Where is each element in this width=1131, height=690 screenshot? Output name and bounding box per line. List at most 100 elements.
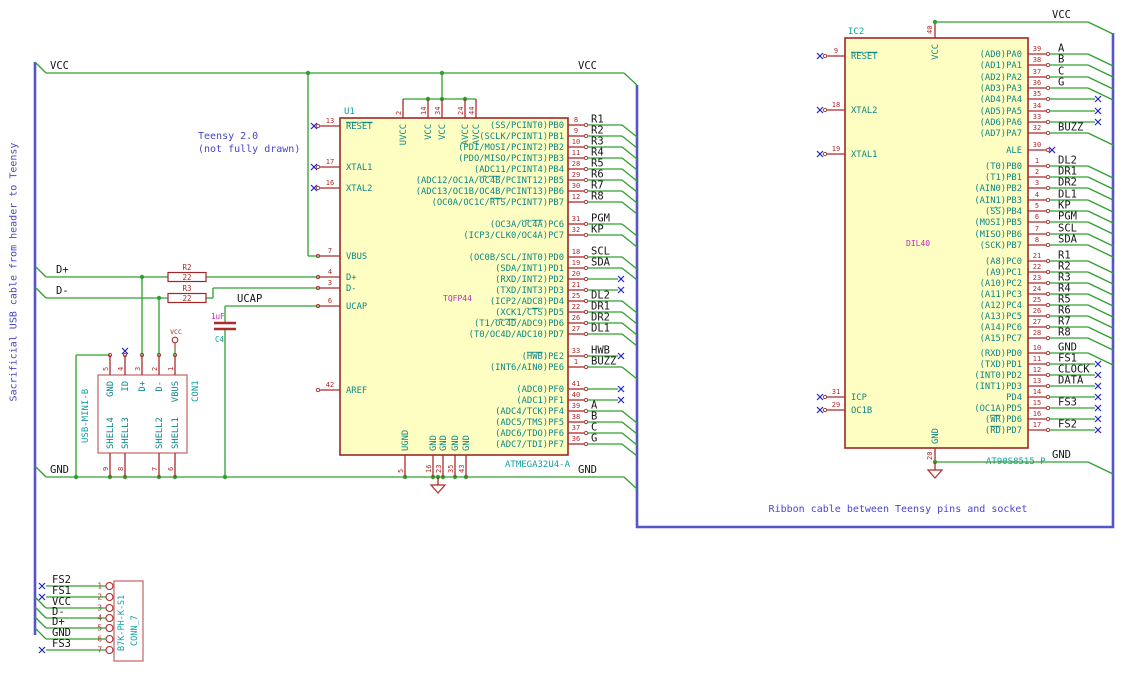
wire (1087, 282, 1114, 296)
vcc-flag-label: VCC (170, 328, 182, 336)
u1-ref: U1 (344, 107, 355, 117)
pin-name: (ADC11/PCINT4)PB4 (474, 165, 564, 175)
wire (621, 135, 638, 149)
pin-number: 38 (572, 413, 580, 421)
pin-number: 9 (834, 47, 838, 55)
junction-dot (73, 474, 79, 480)
pin-name: (AD0)PA0 (980, 50, 1022, 60)
pin-end (583, 441, 589, 447)
pin-number: 32 (1033, 124, 1041, 132)
wire (1087, 132, 1114, 146)
net-label: R8 (591, 191, 604, 203)
pin-number: 4 (117, 367, 125, 371)
wire (1087, 199, 1114, 213)
pin-name: VBUS (171, 381, 181, 402)
pin-number: 17 (326, 158, 334, 166)
net-label: GND (578, 464, 597, 476)
gnd-symbol (926, 469, 944, 479)
net-label: PGM (1058, 211, 1077, 223)
wire (1087, 326, 1114, 340)
pin-number: 10 (572, 138, 580, 146)
note-teensy-line1: Teensy 2.0 (198, 131, 259, 142)
pin-number: 16 (425, 465, 433, 473)
pin-name: AREF (346, 386, 367, 396)
schematic-drawing: R222R3221uFC4VCCU1ATMEGA32U4-ATQFP4413RE… (33, 9, 1115, 662)
ic2-package: DIL40 (906, 239, 930, 248)
pin-number: 40 (572, 391, 580, 399)
wire (1087, 461, 1114, 475)
pin-name: GND (462, 435, 472, 451)
resistor-value: 22 (182, 294, 191, 303)
pin-number: 3 (328, 279, 332, 287)
pin-end (1045, 242, 1051, 248)
pin-number: 23 (1033, 274, 1041, 282)
pin-name: (RXD)PD0 (980, 349, 1022, 359)
pin-name: (A15)PC7 (980, 334, 1022, 344)
conn7-pin-circle (105, 603, 114, 613)
pin-name: (A8)PC0 (985, 257, 1022, 267)
wire (34, 606, 47, 619)
pin-number: 17 (1033, 421, 1041, 429)
pin-name: ICP (851, 393, 867, 403)
pin-name: AVCC (472, 124, 482, 145)
wire (1087, 165, 1114, 179)
wire (621, 179, 638, 193)
pin-end (315, 387, 321, 393)
net-label: UCAP (237, 293, 262, 305)
note-sacrificial-cable: Sacrificial USB cable from header to Tee… (8, 142, 20, 402)
resistor-ref: R3 (182, 284, 191, 293)
net-label: B (1058, 54, 1064, 66)
pin-number: 29 (832, 401, 840, 409)
pin-end (583, 287, 589, 293)
pin-number: 25 (572, 292, 580, 300)
pin-number: 4 (1035, 191, 1039, 199)
wire (1087, 233, 1114, 247)
pin-name: (ADC12/OC1A/OC4B/PCINT12)PB5 (416, 176, 564, 186)
resistor-value: 22 (182, 273, 191, 282)
wire (621, 432, 638, 446)
wire (34, 627, 47, 640)
pin-number: 44 (468, 107, 476, 115)
wire (621, 157, 638, 171)
wire (621, 322, 638, 336)
wire (34, 616, 47, 629)
pin-end (1045, 147, 1051, 153)
pin-end (1045, 350, 1051, 356)
pin-name: ALE (1006, 146, 1022, 156)
schematic-canvas: R2 22 R3 22 1uF C4 VCC U1 ATMEGA32U4-A TQFP44 13 RE… (0, 0, 1131, 690)
pin-end (1045, 394, 1051, 400)
pin-name: D+ (346, 273, 357, 283)
u1-package: TQFP44 (443, 294, 472, 303)
wire (1087, 244, 1114, 258)
pin-name: (MISO)PB6 (974, 230, 1022, 240)
pin-name: SHELL1 (171, 417, 181, 449)
pin-name: VCC (438, 124, 448, 140)
pin-number: 1 (1035, 157, 1039, 165)
pin-end (583, 419, 589, 425)
wire (623, 476, 638, 490)
pin-name: (MOSI)PB5 (974, 218, 1022, 228)
pin-number: 13 (1033, 377, 1041, 385)
pin-name: (ADC5/TMS)PF5 (495, 418, 564, 428)
pin-name: RESET (346, 122, 373, 132)
pin-name: AVCC (461, 124, 471, 145)
pin-end (1045, 302, 1051, 308)
pin-number: 18 (572, 248, 580, 256)
pin-number: 8 (117, 467, 125, 471)
pin-name: (AD5)PA5 (980, 107, 1022, 117)
pin-number: 20 (572, 270, 580, 278)
con1-value: USB-MINI-B (81, 389, 91, 443)
conn7-pin-circle (105, 613, 114, 623)
pin-number: 33 (1033, 113, 1041, 121)
conn7-ref: CONN_7 (130, 615, 140, 646)
wire (621, 256, 638, 270)
pin-end (1045, 383, 1051, 389)
conn7-pin-circle (105, 592, 114, 602)
net-label: D- (56, 285, 69, 297)
junction-dot (156, 295, 162, 301)
pin-end (1045, 231, 1051, 237)
wire (621, 267, 638, 281)
pin-number: 32 (572, 226, 580, 234)
pin-number: 18 (832, 101, 840, 109)
pin-name: XTAL2 (346, 184, 372, 194)
